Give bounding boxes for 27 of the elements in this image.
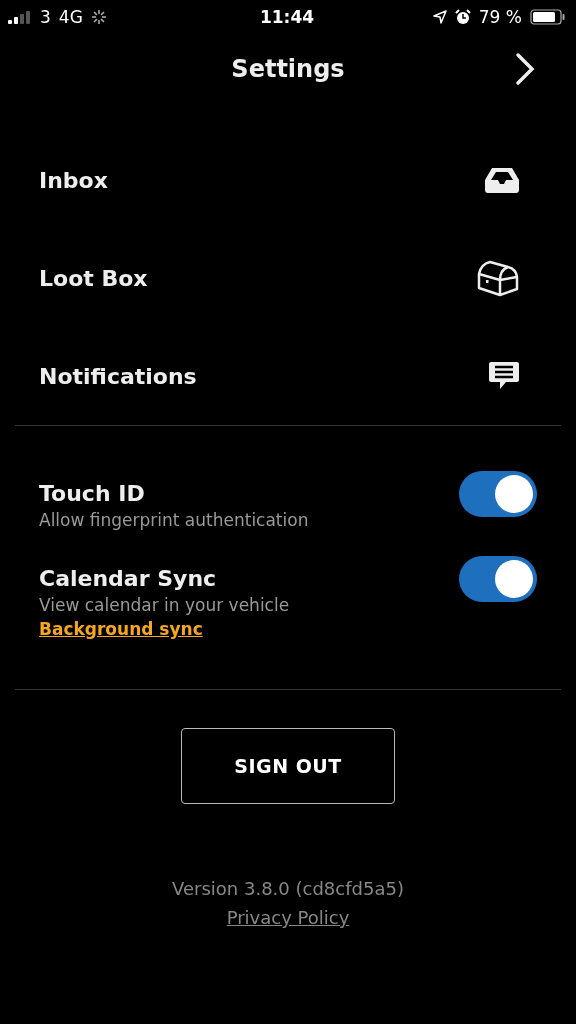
- chevron-right-icon[interactable]: [514, 52, 536, 86]
- menu-item[interactable]: Notifications: [39, 363, 197, 389]
- toggle-switch[interactable]: [459, 471, 537, 517]
- toggle-switch[interactable]: [459, 556, 537, 602]
- message-icon: [488, 361, 520, 391]
- inbox-icon: [484, 166, 520, 194]
- spinner-icon: [90, 9, 107, 25]
- clock-time: 11:44: [259, 7, 315, 27]
- setting-title: Calendar Sync: [39, 566, 218, 591]
- page-title: Settings: [231, 55, 345, 83]
- alarm-icon: [454, 9, 471, 25]
- menu-item[interactable]: Inbox: [39, 167, 108, 193]
- battery-icon: [530, 9, 566, 25]
- location-icon: [432, 10, 447, 24]
- background-sync-link[interactable]: Background sync: [39, 619, 290, 639]
- chest-icon: [476, 259, 520, 297]
- network-text: 4G: [58, 7, 83, 27]
- battery-percent: 79 %: [478, 7, 522, 27]
- setting-description: Allow fingerprint authentication: [39, 510, 309, 530]
- version-text: Version 3.8.0 (cd8cfd5a5): [172, 878, 404, 899]
- sign-out-button[interactable]: SIGN OUT: [181, 728, 395, 804]
- privacy-policy-link[interactable]: Privacy Policy: [226, 907, 350, 928]
- carrier-text: 3: [40, 7, 51, 27]
- menu-item[interactable]: Loot Box: [39, 265, 148, 291]
- signal-icon: [8, 10, 32, 24]
- setting-description: View calendar in your vehicle: [39, 595, 290, 615]
- setting-title: Touch ID: [39, 481, 146, 506]
